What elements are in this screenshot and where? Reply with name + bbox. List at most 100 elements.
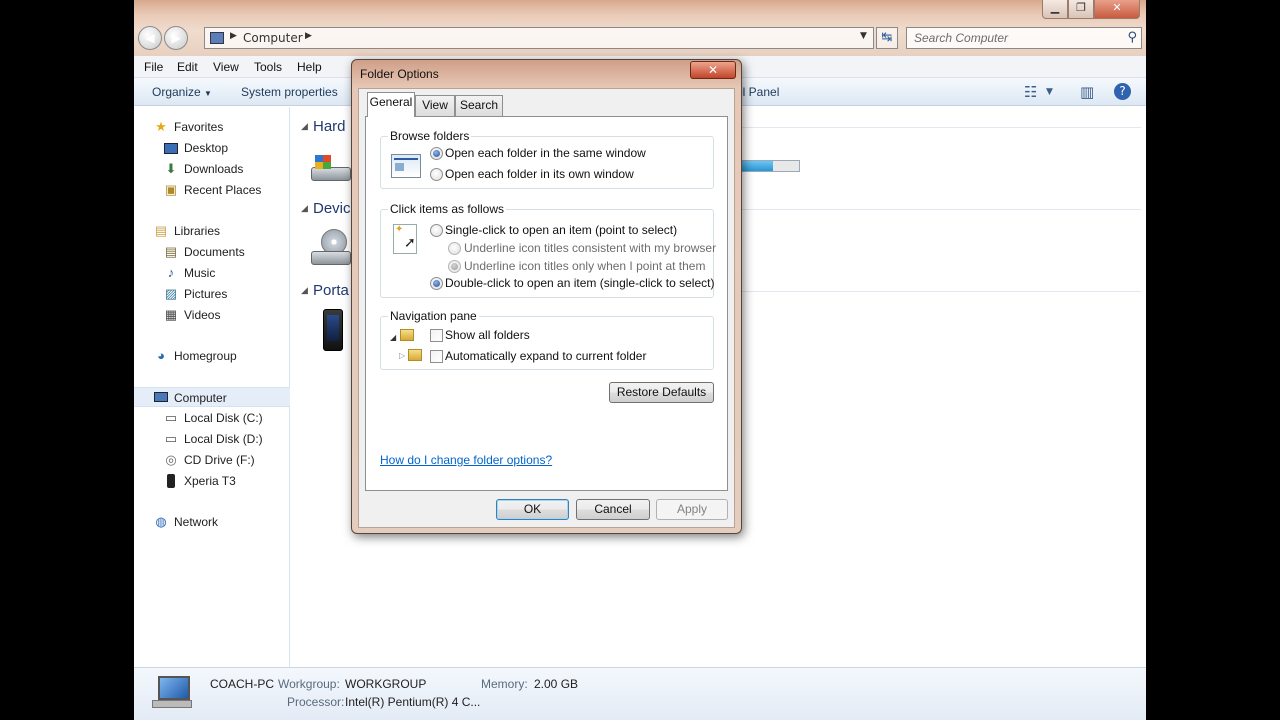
group-divider: [736, 291, 1141, 292]
same-window-label[interactable]: Open each folder in the same window: [445, 146, 646, 160]
collapse-arrow-icon[interactable]: ◢: [301, 286, 308, 296]
view-dropdown-icon[interactable]: ▼: [1046, 87, 1053, 97]
nav-downloads[interactable]: ⬇ Downloads: [134, 159, 290, 179]
group-hard-disk-drives[interactable]: Hard: [313, 118, 346, 135]
nav-network[interactable]: ◍ Network: [134, 512, 290, 532]
dialog-close-button[interactable]: ✕: [690, 61, 736, 79]
folder-icon: [408, 349, 422, 361]
nav-pictures[interactable]: ▨ Pictures: [134, 284, 290, 304]
nav-libraries[interactable]: ▤ Libraries: [134, 221, 290, 241]
breadcrumb-computer[interactable]: Computer: [243, 31, 303, 45]
tab-search[interactable]: Search: [455, 95, 503, 116]
menu-file[interactable]: File: [144, 60, 163, 74]
menu-edit[interactable]: Edit: [177, 60, 198, 74]
restore-defaults-button[interactable]: Restore Defaults: [609, 382, 714, 403]
close-button[interactable]: ✕: [1094, 0, 1140, 19]
ok-button[interactable]: OK: [496, 499, 569, 520]
double-click-label[interactable]: Double-click to open an item (single-cli…: [445, 276, 714, 290]
address-dropdown-icon[interactable]: ▼: [860, 31, 867, 41]
tab-view[interactable]: View: [415, 95, 455, 116]
back-button[interactable]: ◀: [138, 26, 162, 50]
show-all-folders-checkbox[interactable]: [430, 329, 443, 342]
cancel-button[interactable]: Cancel: [576, 499, 650, 520]
nav-music[interactable]: ♪ Music: [134, 263, 290, 283]
cd-drive-f-icon[interactable]: [311, 229, 351, 269]
control-panel-button[interactable]: ol Panel: [736, 85, 779, 99]
search-placeholder: Search Computer: [914, 31, 1009, 45]
search-icon[interactable]: ⚲: [1127, 30, 1137, 45]
search-input[interactable]: Search Computer ⚲: [906, 27, 1142, 49]
breadcrumb-arrow-icon[interactable]: ▶: [230, 31, 237, 41]
single-click-label[interactable]: Single-click to open an item (point to s…: [445, 223, 677, 237]
workgroup-value: WORKGROUP: [345, 677, 427, 691]
help-link[interactable]: How do I change folder options?: [380, 453, 552, 467]
nav-favorites-label: Favorites: [174, 120, 224, 134]
windows-logo-icon: [315, 155, 331, 169]
maximize-button[interactable]: ❐: [1068, 0, 1094, 19]
radio-same-window[interactable]: [430, 147, 443, 160]
nav-local-disk-c[interactable]: ▭ Local Disk (C:): [134, 408, 290, 428]
nav-network-label: Network: [174, 515, 219, 529]
radio-underline-point[interactable]: [448, 260, 461, 273]
nav-xperia[interactable]: Xperia T3: [134, 471, 290, 491]
organize-button[interactable]: Organize ▼: [152, 85, 212, 99]
radio-own-window[interactable]: [430, 168, 443, 181]
nav-computer[interactable]: Computer: [134, 387, 290, 407]
underline-point-label[interactable]: Underline icon titles only when I point …: [464, 259, 705, 273]
window-titlebar-icon: [394, 158, 418, 160]
nav-cd-drive-label: CD Drive (F:): [184, 453, 255, 467]
underline-browser-label[interactable]: Underline icon titles consistent with my…: [464, 241, 716, 255]
breadcrumb-arrow-icon[interactable]: ▶: [305, 31, 312, 41]
hard-drive-icon: ▭: [164, 410, 178, 425]
menu-help[interactable]: Help: [297, 60, 322, 74]
apply-button[interactable]: Apply: [656, 499, 728, 520]
auto-expand-checkbox[interactable]: [430, 350, 443, 363]
refresh-button[interactable]: ↹: [876, 27, 898, 49]
nav-documents[interactable]: ▤ Documents: [134, 242, 290, 262]
radio-underline-browser[interactable]: [448, 242, 461, 255]
desktop-icon: [164, 143, 178, 154]
help-icon[interactable]: ?: [1114, 83, 1131, 100]
phone-device-icon[interactable]: [323, 309, 343, 351]
preview-pane-icon[interactable]: ▥: [1080, 83, 1094, 101]
group-portable-devices[interactable]: Porta: [313, 282, 349, 299]
nav-local-disk-d[interactable]: ▭ Local Disk (D:): [134, 429, 290, 449]
computer-icon: [210, 32, 224, 44]
nav-desktop[interactable]: Desktop: [134, 138, 290, 158]
star-icon: ★: [155, 119, 167, 134]
processor-label: Processor:: [287, 695, 345, 709]
address-bar[interactable]: ▶ Computer ▶: [204, 27, 874, 49]
nav-recent-places[interactable]: ▣ Recent Places: [134, 180, 290, 200]
phone-screen-icon: [327, 315, 339, 341]
radio-double-click[interactable]: [430, 277, 443, 290]
own-window-label[interactable]: Open each folder in its own window: [445, 167, 634, 181]
forward-button[interactable]: ▶: [164, 26, 188, 50]
navigation-pane: ★ Favorites Desktop ⬇ Downloads ▣ Recent…: [134, 107, 290, 667]
processor-value: Intel(R) Pentium(R) 4 C...: [345, 695, 481, 709]
menu-tools[interactable]: Tools: [254, 60, 282, 74]
show-all-folders-label[interactable]: Show all folders: [445, 328, 530, 342]
title-bar: ▁ ❐ ✕ ◀ ▶ ▶ Computer ▶ ▼ ↹ Search Comput…: [134, 0, 1146, 56]
auto-expand-label[interactable]: Automatically expand to current folder: [445, 349, 646, 363]
collapse-arrow-icon[interactable]: ◢: [301, 122, 308, 132]
nav-favorites[interactable]: ★ Favorites: [134, 117, 290, 137]
system-properties-button[interactable]: System properties: [241, 85, 338, 99]
collapse-arrow-icon[interactable]: ◢: [301, 204, 308, 214]
nav-cd-drive[interactable]: ◎ CD Drive (F:): [134, 450, 290, 470]
music-icon: ♪: [167, 265, 175, 280]
nav-homegroup[interactable]: ◕ Homegroup: [134, 346, 290, 366]
minimize-button[interactable]: ▁: [1042, 0, 1068, 19]
menu-view[interactable]: View: [213, 60, 239, 74]
general-tab-panel: Browse folders Open each folder in the s…: [365, 116, 728, 491]
change-view-icon[interactable]: ☷: [1024, 83, 1037, 101]
group-divider: [736, 209, 1141, 210]
libraries-icon: ▤: [154, 223, 168, 238]
tab-general[interactable]: General: [367, 92, 415, 117]
browse-folders-title: Browse folders: [388, 129, 472, 143]
radio-single-click[interactable]: [430, 224, 443, 237]
click-items-group: Click items as follows ✦ ➚ Single-click …: [380, 202, 716, 298]
documents-icon: ▤: [164, 244, 178, 259]
hard-drive-c-icon[interactable]: [311, 153, 351, 183]
nav-videos[interactable]: ▦ Videos: [134, 305, 290, 325]
downloads-icon: ⬇: [165, 161, 177, 176]
